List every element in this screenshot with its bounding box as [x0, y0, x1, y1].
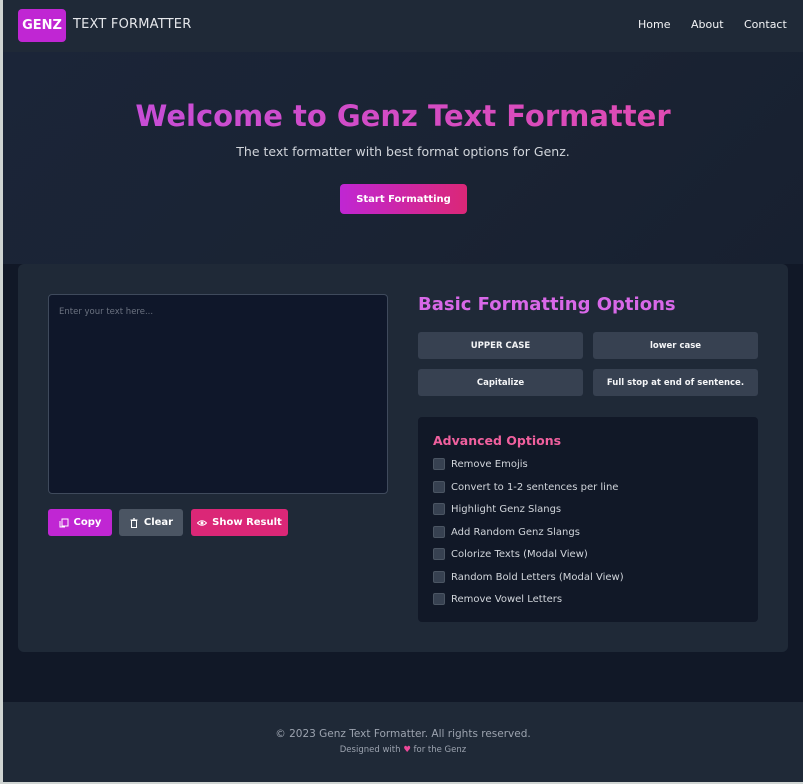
nav-link-about[interactable]: About	[691, 18, 724, 31]
option-label: Convert to 1-2 sentences per line	[451, 481, 619, 493]
option-label: Random Bold Letters (Modal View)	[451, 571, 624, 583]
checkbox[interactable]	[433, 458, 445, 470]
lowercase-button[interactable]: lower case	[593, 332, 758, 359]
navbar: GENZ TEXT FORMATTER Home About Contact	[3, 0, 803, 52]
checkbox[interactable]	[433, 593, 445, 605]
footer: © 2023 Genz Text Formatter. All rights r…	[3, 702, 803, 782]
hero-title: Welcome to Genz Text Formatter	[3, 99, 803, 133]
show-result-button[interactable]: Show Result	[191, 509, 288, 536]
eye-icon	[197, 519, 208, 526]
option-convert-sentences[interactable]: Convert to 1-2 sentences per line	[433, 480, 618, 494]
formatter-card: Copy Clear Show Result Basic Formatting …	[18, 264, 788, 652]
text-input[interactable]	[48, 294, 388, 494]
designed-prefix: Designed with	[339, 745, 401, 755]
option-label: Add Random Genz Slangs	[451, 526, 580, 538]
nav-link-home[interactable]: Home	[638, 18, 670, 31]
option-highlight-slangs[interactable]: Highlight Genz Slangs	[433, 502, 561, 516]
full-stop-button[interactable]: Full stop at end of sentence.	[593, 369, 758, 396]
logo-text[interactable]: TEXT FORMATTER	[73, 17, 191, 32]
checkbox[interactable]	[433, 548, 445, 560]
option-add-random-slangs[interactable]: Add Random Genz Slangs	[433, 525, 580, 539]
option-remove-emojis[interactable]: Remove Emojis	[433, 457, 528, 471]
option-random-bold[interactable]: Random Bold Letters (Modal View)	[433, 570, 624, 584]
option-label: Remove Vowel Letters	[451, 593, 563, 605]
copyright-text: © 2023 Genz Text Formatter. All rights r…	[275, 728, 531, 740]
checkbox[interactable]	[433, 503, 445, 515]
heart-icon: ♥	[403, 745, 411, 755]
nav-link-contact[interactable]: Contact	[744, 18, 787, 31]
start-formatting-button[interactable]: Start Formatting	[340, 184, 467, 214]
option-label: Colorize Texts (Modal View)	[451, 548, 588, 560]
hero-section: Welcome to Genz Text Formatter The text …	[3, 52, 803, 264]
copy-button[interactable]: Copy	[48, 509, 112, 536]
checkbox[interactable]	[433, 571, 445, 583]
option-label: Remove Emojis	[451, 458, 528, 470]
copy-icon	[59, 518, 69, 527]
logo-badge[interactable]: GENZ	[18, 9, 66, 42]
trash-icon	[130, 517, 138, 528]
clear-label: Clear	[143, 517, 174, 528]
hero-subtitle: The text formatter with best format opti…	[236, 144, 570, 159]
copy-label: Copy	[73, 517, 102, 528]
capitalize-button[interactable]: Capitalize	[418, 369, 583, 396]
basic-options-title: Basic Formatting Options	[418, 294, 676, 315]
designed-suffix: for the Genz	[413, 745, 467, 755]
option-remove-vowels[interactable]: Remove Vowel Letters	[433, 592, 562, 606]
option-label: Highlight Genz Slangs	[451, 503, 562, 515]
advanced-options-panel: Advanced Options Remove Emojis Convert t…	[418, 417, 758, 622]
uppercase-button[interactable]: UPPER CASE	[418, 332, 583, 359]
checkbox[interactable]	[433, 526, 445, 538]
show-result-label: Show Result	[212, 517, 282, 528]
clear-button[interactable]: Clear	[119, 509, 183, 536]
app-frame: GENZ TEXT FORMATTER Home About Contact W…	[3, 0, 803, 782]
designed-with-text: Designed with ♥ for the Genz	[3, 745, 803, 755]
option-colorize-texts[interactable]: Colorize Texts (Modal View)	[433, 547, 588, 561]
checkbox[interactable]	[433, 481, 445, 493]
advanced-options-title: Advanced Options	[433, 433, 562, 448]
